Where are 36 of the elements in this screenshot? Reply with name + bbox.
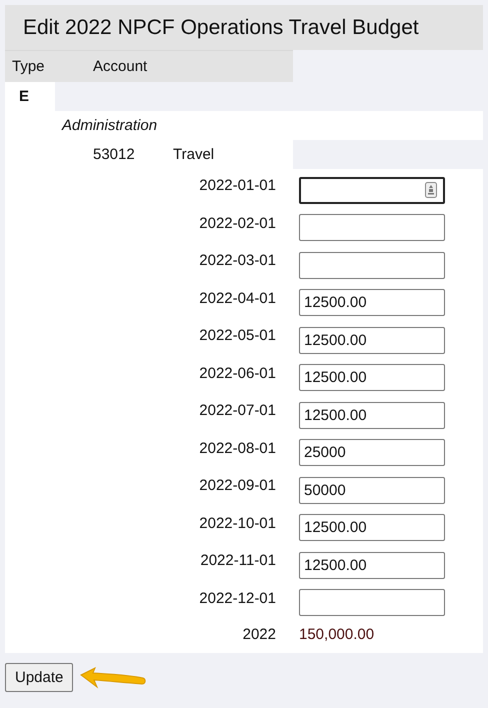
month-label: 2022-10-01: [198, 514, 276, 532]
arrow-icon: [79, 666, 148, 688]
month-label: 2022-09-01: [198, 476, 276, 494]
month-label: 2022-11-01: [199, 551, 276, 569]
month-label: 2022-02-01: [198, 214, 276, 232]
amount-field[interactable]: 12500.00: [299, 326, 445, 354]
account-number: 53012: [92, 146, 136, 163]
amount-field[interactable]: [299, 214, 445, 242]
autofill-icon[interactable]: [425, 182, 437, 198]
month-label: 2022-04-01: [198, 288, 276, 306]
amount-field[interactable]: [299, 176, 445, 204]
amount-field[interactable]: [299, 589, 445, 616]
group-label: Administration: [62, 117, 158, 134]
amount-field[interactable]: 12500.00: [299, 402, 445, 429]
amount-field[interactable]: 12500.00: [299, 552, 445, 579]
month-label: 2022-07-01: [198, 401, 276, 419]
month-label: 2022-06-01: [198, 364, 276, 382]
page-title: Edit 2022 NPCF Operations Travel Budget: [5, 5, 483, 50]
month-label: 2022-03-01: [198, 251, 276, 269]
column-header: Type: [11, 58, 46, 75]
month-label: 2022-05-01: [198, 326, 276, 344]
amount-field[interactable]: 25000: [299, 439, 445, 466]
amount-field[interactable]: [299, 252, 445, 279]
month-label: 2022-12-01: [198, 588, 276, 606]
amount-field[interactable]: 12500.00: [299, 514, 445, 542]
type-cell: E: [5, 82, 55, 111]
total-label: 2022: [242, 626, 276, 642]
month-label: 2022-08-01: [198, 438, 276, 456]
amount-field[interactable]: 12500.00: [299, 364, 445, 392]
month-label: 2022-01-01: [198, 176, 276, 194]
amount-field[interactable]: 12500.00: [299, 289, 445, 316]
amount-field[interactable]: 50000: [299, 476, 445, 504]
column-header: Account: [92, 58, 148, 75]
account-name: Travel: [173, 146, 214, 163]
update-button[interactable]: Update: [5, 663, 74, 692]
total-amount: 150,000.00: [299, 626, 374, 642]
